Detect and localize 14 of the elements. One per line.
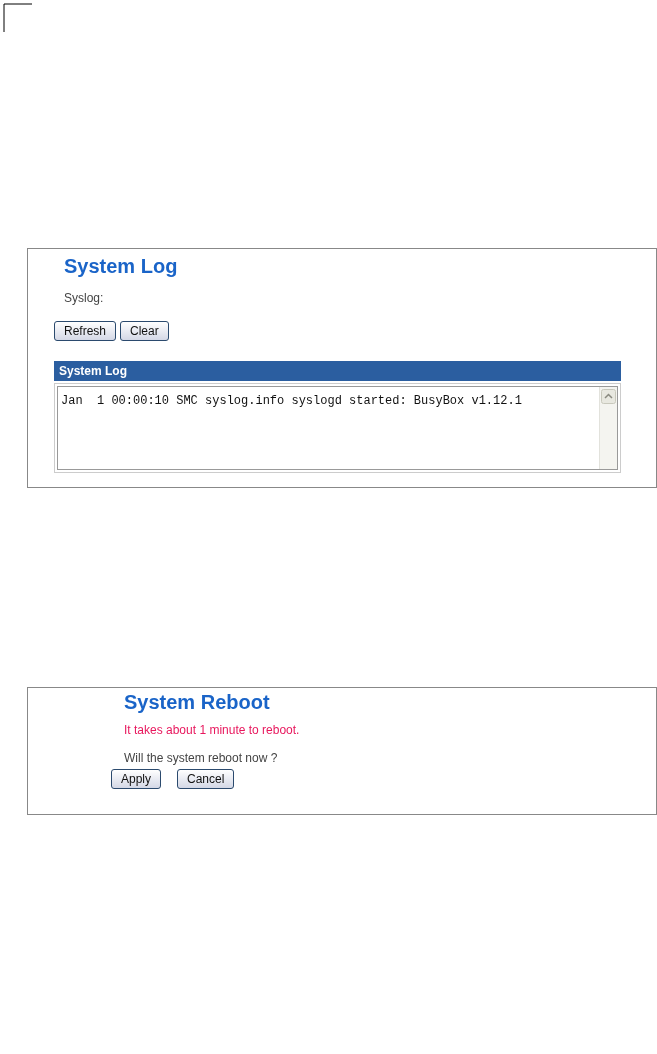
page-title: System Log bbox=[64, 254, 178, 278]
refresh-button[interactable]: Refresh bbox=[54, 321, 117, 341]
scrollbar[interactable] bbox=[599, 387, 617, 469]
syslog-label: Syslog: bbox=[64, 290, 104, 307]
apply-button[interactable]: Apply bbox=[111, 769, 162, 789]
log-line: Jan 1 00:00:10 SMC syslog.info syslogd started: BusyBox v1.12.1 bbox=[61, 393, 522, 410]
cancel-button[interactable]: Cancel bbox=[177, 769, 235, 789]
page-title: System Reboot bbox=[124, 690, 270, 714]
crop-mark bbox=[0, 0, 32, 32]
clear-button[interactable]: Clear bbox=[120, 321, 169, 341]
scroll-up-icon[interactable] bbox=[601, 389, 616, 404]
reboot-notice: It takes about 1 minute to reboot. bbox=[124, 722, 300, 739]
section-header: System Log bbox=[54, 361, 621, 381]
reboot-question: Will the system reboot now ? bbox=[124, 750, 278, 767]
